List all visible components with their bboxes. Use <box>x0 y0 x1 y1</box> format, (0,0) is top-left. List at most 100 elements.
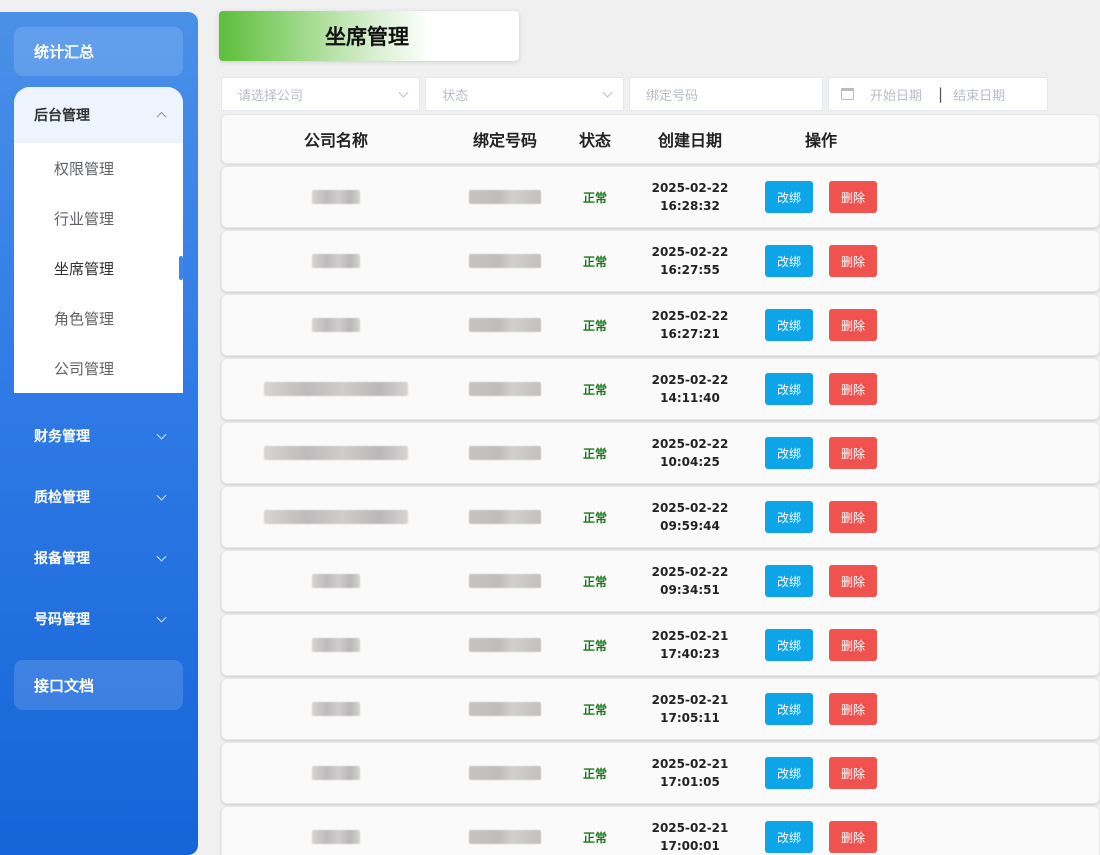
delete-button[interactable]: 删除 <box>829 501 877 533</box>
column-header-status: 状态 <box>578 131 611 150</box>
redacted-company-name <box>264 382 408 396</box>
rebind-button[interactable]: 改绑 <box>765 373 813 405</box>
start-date-input[interactable]: 开始日期 <box>870 85 922 104</box>
ops-cell: 改绑 删除 <box>752 615 890 675</box>
rebind-button[interactable]: 改绑 <box>765 309 813 341</box>
delete-button[interactable]: 删除 <box>829 181 877 213</box>
rebind-button[interactable]: 改绑 <box>765 501 813 533</box>
company-cell <box>222 551 450 611</box>
sidebar-item-label: 角色管理 <box>54 309 115 328</box>
delete-button[interactable]: 删除 <box>829 757 877 789</box>
delete-button[interactable]: 删除 <box>829 309 877 341</box>
company-select-placeholder: 请选择公司 <box>238 88 304 104</box>
rebind-button[interactable]: 改绑 <box>765 821 813 853</box>
created-datetime: 2025-02-22 14:11:40 <box>652 371 729 407</box>
nav-group-numbers[interactable]: 号码管理 <box>14 588 183 649</box>
created-datetime: 2025-02-22 09:59:44 <box>652 499 729 535</box>
redacted-company-name <box>312 702 360 716</box>
status-text: 正常 <box>582 318 607 333</box>
company-cell <box>222 743 450 803</box>
bound-number-placeholder: 绑定号码 <box>646 88 699 104</box>
delete-button[interactable]: 删除 <box>829 693 877 725</box>
company-select[interactable]: 请选择公司 <box>221 77 420 111</box>
rebind-button[interactable]: 改绑 <box>765 693 813 725</box>
created-date: 2025-02-22 <box>651 309 729 323</box>
redacted-company-name <box>264 510 408 524</box>
ops-cell: 改绑 删除 <box>752 423 890 483</box>
created-cell: 2025-02-22 09:34:51 <box>628 551 752 611</box>
nav-api-docs-label: 接口文档 <box>34 676 95 695</box>
column-header-number: 绑定号码 <box>472 131 537 150</box>
delete-button[interactable]: 删除 <box>829 373 877 405</box>
nav-statistics-summary[interactable]: 统计汇总 <box>14 27 183 76</box>
created-time: 17:05:11 <box>660 711 720 725</box>
table-row: 正常 2025-02-22 16:27:55 改绑 删除 <box>221 230 1100 292</box>
column-header-ops: 操作 <box>804 131 837 150</box>
redacted-bound-number <box>469 830 541 844</box>
nav-group-backend: 后台管理 权限管理 行业管理 坐席管理 角色管理 公司管理 <box>14 87 183 393</box>
created-time: 17:00:01 <box>660 839 720 853</box>
chevron-down-icon <box>602 87 613 98</box>
created-cell: 2025-02-22 10:04:25 <box>628 423 752 483</box>
company-cell <box>222 807 450 855</box>
rebind-button[interactable]: 改绑 <box>765 437 813 469</box>
page-title: 坐席管理 <box>325 25 409 49</box>
table-row: 正常 2025-02-22 16:28:32 改绑 删除 <box>221 166 1100 228</box>
nav-group-numbers-label: 号码管理 <box>34 611 90 628</box>
date-range-separator: | <box>938 85 944 103</box>
delete-button[interactable]: 删除 <box>829 245 877 277</box>
delete-button[interactable]: 删除 <box>829 565 877 597</box>
rebind-button[interactable]: 改绑 <box>765 245 813 277</box>
sidebar-item-label: 坐席管理 <box>54 259 115 278</box>
column-header-created: 创建日期 <box>657 131 722 150</box>
rebind-button[interactable]: 改绑 <box>765 181 813 213</box>
ops-cell: 改绑 删除 <box>752 359 890 419</box>
nav-group-backend-header[interactable]: 后台管理 <box>14 87 183 143</box>
rebind-button[interactable]: 改绑 <box>765 565 813 597</box>
status-cell: 正常 <box>562 487 628 547</box>
status-select[interactable]: 状态 <box>425 77 624 111</box>
rebind-button[interactable]: 改绑 <box>765 757 813 789</box>
nav-api-docs[interactable]: 接口文档 <box>14 660 183 710</box>
redacted-company-name <box>312 318 360 332</box>
delete-button[interactable]: 删除 <box>829 437 877 469</box>
redacted-bound-number <box>469 190 541 204</box>
date-range-picker[interactable]: 开始日期 | 结束日期 <box>828 77 1048 111</box>
table-row: 正常 2025-02-21 17:40:23 改绑 删除 <box>221 614 1100 676</box>
ops-cell: 改绑 删除 <box>752 231 890 291</box>
status-text: 正常 <box>582 510 607 525</box>
ops-cell: 改绑 删除 <box>752 807 890 855</box>
created-time: 16:27:21 <box>660 327 720 341</box>
delete-button[interactable]: 删除 <box>829 821 877 853</box>
created-cell: 2025-02-21 17:05:11 <box>628 679 752 739</box>
number-cell <box>448 167 562 227</box>
ops-cell: 改绑 删除 <box>752 295 890 355</box>
bound-number-input[interactable]: 绑定号码 <box>629 77 823 111</box>
created-cell: 2025-02-22 16:28:32 <box>628 167 752 227</box>
nav-group-quality-label: 质检管理 <box>34 489 90 506</box>
created-time: 09:59:44 <box>660 519 720 533</box>
rebind-button[interactable]: 改绑 <box>765 629 813 661</box>
nav-group-quality[interactable]: 质检管理 <box>14 466 183 527</box>
ops-cell: 改绑 删除 <box>752 743 890 803</box>
created-datetime: 2025-02-21 17:05:11 <box>652 691 729 727</box>
nav-group-finance[interactable]: 财务管理 <box>14 405 183 466</box>
status-text: 正常 <box>582 382 607 397</box>
sidebar-item-roles[interactable]: 角色管理 <box>14 293 183 343</box>
created-time: 17:01:05 <box>660 775 720 789</box>
created-time: 14:11:40 <box>660 391 720 405</box>
chevron-down-icon <box>156 429 167 440</box>
nav-group-filing[interactable]: 报备管理 <box>14 527 183 588</box>
redacted-bound-number <box>469 638 541 652</box>
sidebar-item-permissions[interactable]: 权限管理 <box>14 143 183 193</box>
sidebar-item-seats[interactable]: 坐席管理 <box>14 243 183 293</box>
sidebar-item-companies[interactable]: 公司管理 <box>14 343 183 393</box>
ops-cell: 改绑 删除 <box>752 487 890 547</box>
created-datetime: 2025-02-22 09:34:51 <box>652 563 729 599</box>
end-date-input[interactable]: 结束日期 <box>953 85 1005 104</box>
status-text: 正常 <box>582 766 607 781</box>
table-row: 正常 2025-02-22 10:04:25 改绑 删除 <box>221 422 1100 484</box>
sidebar-item-industry[interactable]: 行业管理 <box>14 193 183 243</box>
delete-button[interactable]: 删除 <box>829 629 877 661</box>
status-text: 正常 <box>582 702 607 717</box>
